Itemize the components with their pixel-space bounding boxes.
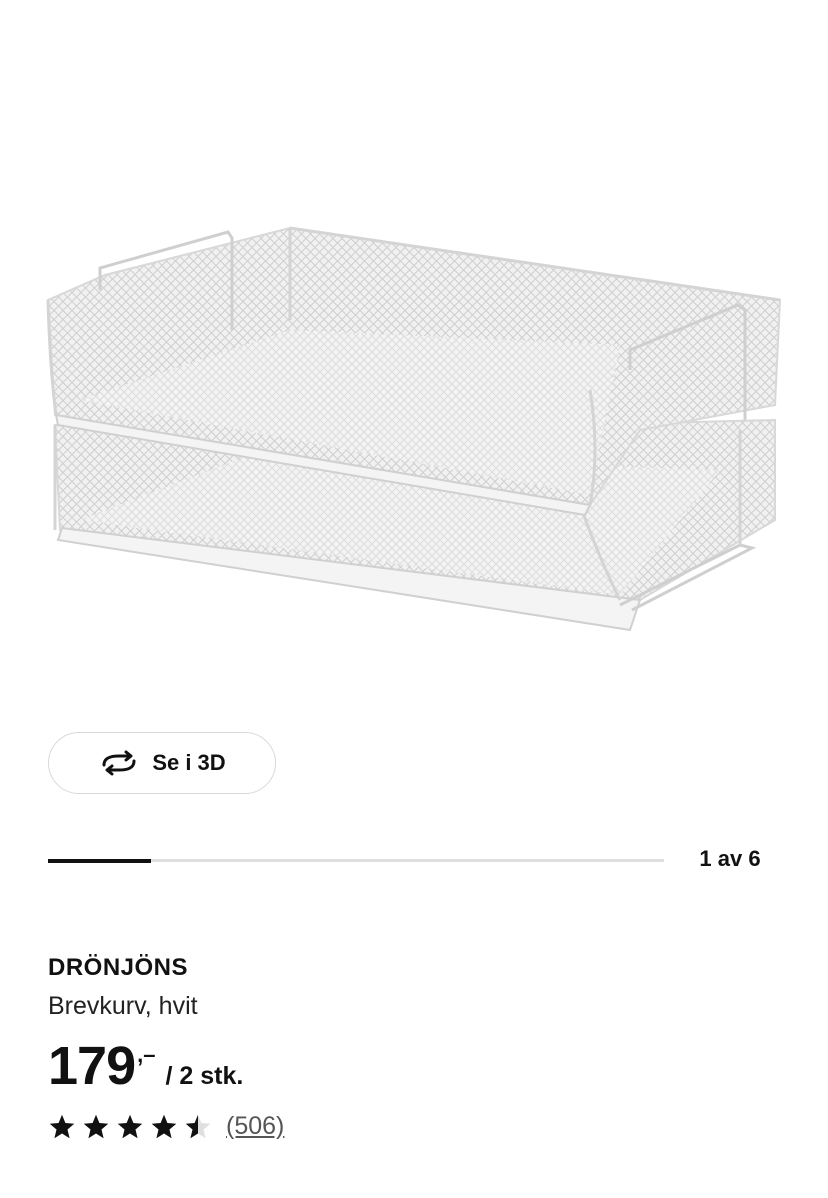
- star-filled-icon: [151, 1114, 177, 1138]
- star-filled-icon: [49, 1114, 75, 1138]
- rotate-3d-icon: [102, 750, 136, 776]
- view-3d-button[interactable]: Se i 3D: [48, 732, 276, 794]
- product-name[interactable]: DRÖNJÖNS: [48, 954, 188, 982]
- rating-stars: [48, 1113, 212, 1141]
- rating[interactable]: (506): [48, 1112, 284, 1141]
- review-count-link[interactable]: (506): [226, 1112, 284, 1141]
- view-3d-label: Se i 3D: [152, 750, 226, 775]
- product-description: Brevkurv, hvit: [48, 992, 198, 1020]
- price-decimals: ,–: [137, 1042, 156, 1067]
- gallery-progress-track[interactable]: [48, 858, 664, 863]
- letter-tray-illustration: [46, 226, 782, 632]
- price: 179 ,– / 2 stk.: [48, 1036, 243, 1096]
- product-image[interactable]: [0, 0, 828, 700]
- star-filled-icon: [83, 1114, 109, 1138]
- gallery-counter: 1 av 6: [699, 846, 761, 871]
- star-filled-icon: [117, 1114, 143, 1138]
- gallery-progress-fill: [48, 858, 151, 863]
- price-unit: / 2 stk.: [165, 1062, 244, 1090]
- price-integer: 179: [48, 1036, 136, 1096]
- star-half-icon: [185, 1114, 211, 1138]
